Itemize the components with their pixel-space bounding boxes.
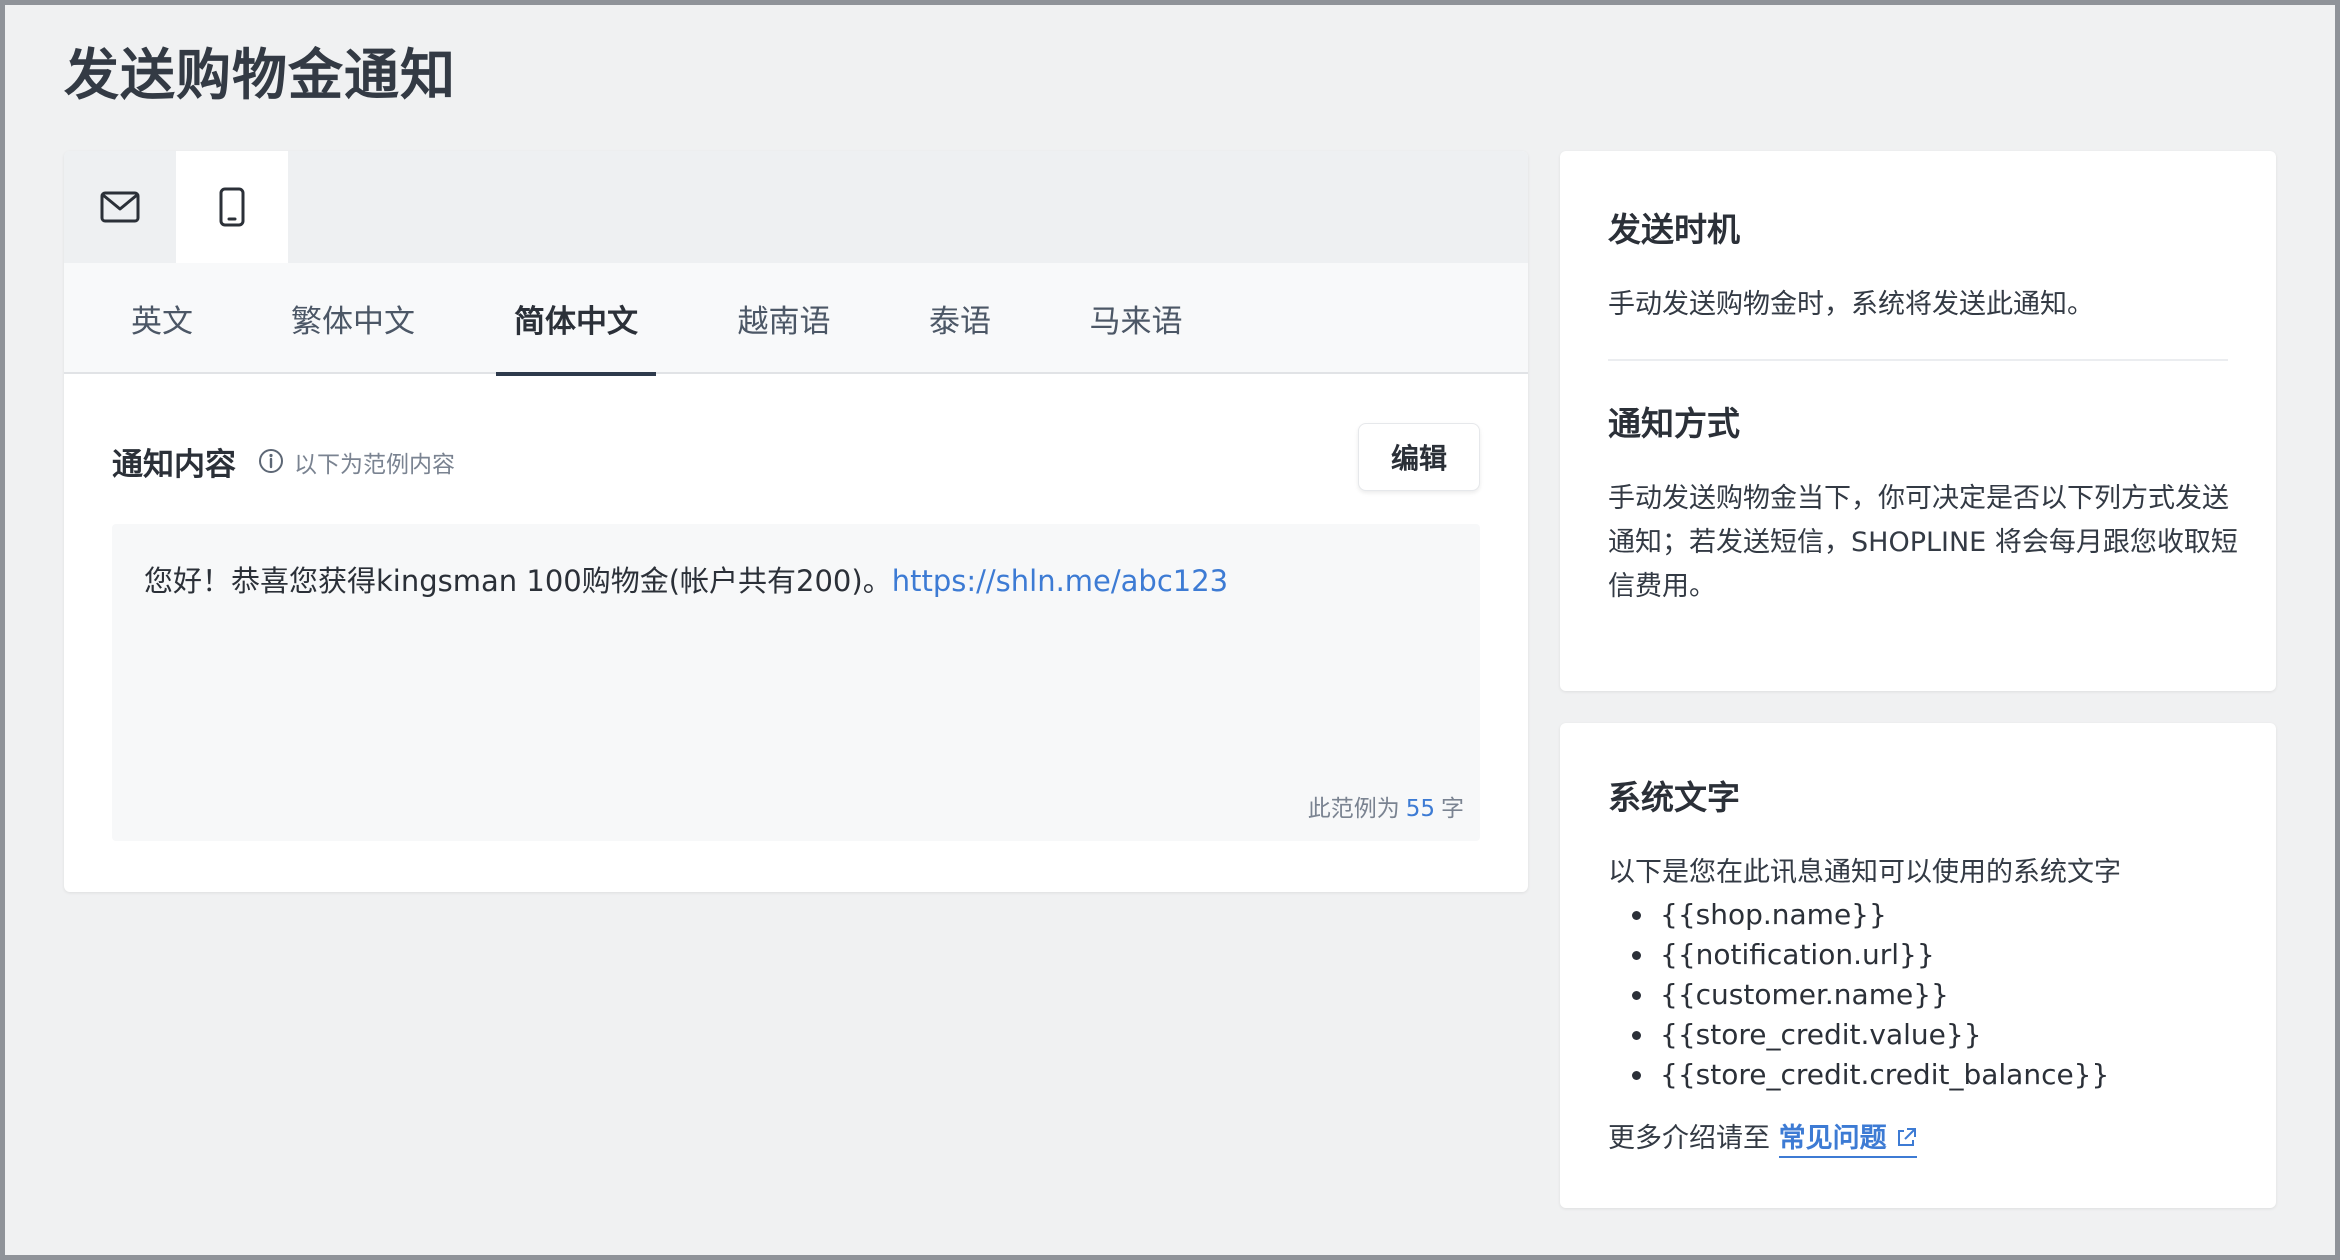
char-count-value: 55 [1405,796,1435,822]
message-body: 您好！恭喜您获得kingsman 100购物金(帐户共有200)。 [144,564,892,598]
message-preview: 您好！恭喜您获得kingsman 100购物金(帐户共有200)。https:/… [112,524,1480,841]
list-item: {{customer.name}} [1631,975,2109,1015]
external-link-icon [1897,1128,1916,1146]
timing-text: 手动发送购物金时，系统将发送此通知。 [1608,289,2094,320]
tab-email[interactable] [64,151,176,263]
tab-lang-thai[interactable]: 泰语 [926,263,994,374]
char-count: 此范例为 55 字 [1308,789,1464,823]
faq-link[interactable]: 常见问题 [1778,1123,1917,1158]
char-count-suffix: 字 [1441,796,1464,822]
faq-link-label: 常见问题 [1778,1123,1887,1154]
page-title: 发送购物金通知 [64,43,457,107]
list-item: {{store_credit.value}} [1631,1015,2109,1055]
divider [1608,359,2228,361]
tab-lang-malay[interactable]: 马来语 [1086,263,1186,374]
content-hint: 以下为范例内容 [294,452,455,478]
timing-title: 发送时机 [1608,210,1740,249]
mail-icon [100,191,140,223]
system-vars-title: 系统文字 [1608,778,1740,817]
info-icon [259,449,283,473]
tab-lang-english[interactable]: 英文 [128,263,196,374]
system-vars-intro: 以下是您在此讯息通知可以使用的系统文字 [1608,857,2121,888]
content-label: 通知内容 [112,447,236,483]
notification-editor-card: 英文 繁体中文 简体中文 越南语 泰语 马来语 通知内容 以下为范例内容 编辑 … [64,151,1528,892]
list-item: {{notification.url}} [1631,935,2109,975]
timing-card: 发送时机 手动发送购物金时，系统将发送此通知。 通知方式 手动发送购物金当下，你… [1560,151,2276,691]
system-vars-list: {{shop.name}} {{notification.url}} {{cus… [1631,895,2109,1095]
message-link[interactable]: https://shln.me/abc123 [892,564,1228,598]
method-title: 通知方式 [1608,404,1740,443]
content-header: 通知内容 以下为范例内容 编辑 [112,423,1480,493]
tab-lang-traditional-chinese[interactable]: 繁体中文 [286,263,420,374]
faq-row: 更多介绍请至 常见问题 [1608,1116,1917,1158]
tab-lang-simplified-chinese[interactable]: 简体中文 [496,263,656,376]
language-tab-bar: 英文 繁体中文 简体中文 越南语 泰语 马来语 [64,263,1528,376]
method-text: 手动发送购物金当下，你可决定是否以下列方式发送通知；若发送短信，SHOPLINE… [1608,483,2238,602]
tab-lang-vietnamese[interactable]: 越南语 [734,263,834,374]
char-count-prefix: 此范例为 [1307,796,1400,822]
list-item: {{shop.name}} [1631,895,2109,935]
tab-sms[interactable] [176,151,288,263]
list-item: {{store_credit.credit_balance}} [1631,1055,2109,1095]
edit-button[interactable]: 编辑 [1358,423,1480,491]
faq-prefix: 更多介绍请至 [1608,1123,1770,1154]
system-vars-card: 系统文字 以下是您在此讯息通知可以使用的系统文字 {{shop.name}} {… [1560,723,2276,1208]
channel-tab-bar [64,151,1528,263]
mobile-phone-icon [219,187,245,227]
message-text: 您好！恭喜您获得kingsman 100购物金(帐户共有200)。https:/… [144,558,1228,600]
